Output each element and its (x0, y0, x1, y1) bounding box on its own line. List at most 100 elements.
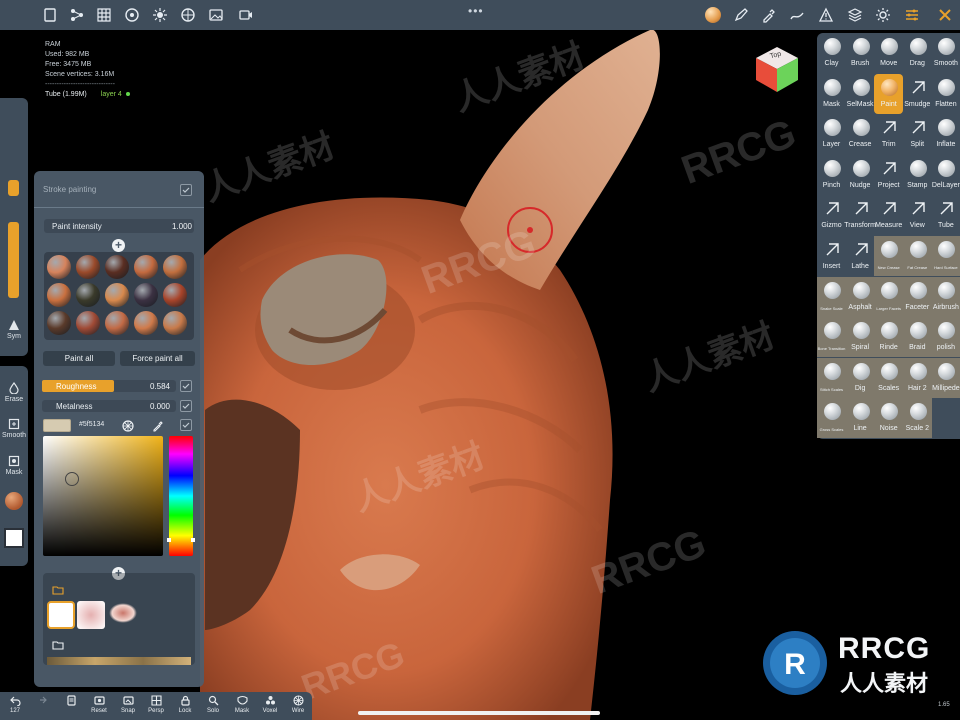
color-wheel-icon[interactable] (122, 419, 134, 432)
warning-icon[interactable] (816, 5, 836, 25)
alpha-strip[interactable] (47, 657, 191, 665)
lock-button[interactable]: Lock (172, 695, 198, 714)
tool-hair-2[interactable]: Hair 2 (902, 357, 932, 398)
camera-icon[interactable] (236, 5, 256, 25)
tool-pinch[interactable]: Pinch (817, 155, 846, 195)
tool-scale-2[interactable]: Scale 2 (902, 398, 932, 439)
mask-toggle[interactable]: Mask (0, 455, 28, 476)
voxel-button[interactable]: Voxel (257, 695, 283, 714)
tool-transform[interactable]: Transform (844, 195, 876, 235)
tool-project[interactable]: Project (874, 155, 903, 195)
tool-crease[interactable]: Crease (846, 114, 875, 154)
tool-millipede[interactable]: Millipede (931, 357, 960, 398)
tool-paint[interactable]: Paint (874, 73, 904, 114)
tool-mask[interactable]: Mask (817, 74, 846, 114)
active-object-line[interactable]: Tube (1.99M) layer 4 (45, 91, 130, 98)
color-preview-swatch[interactable] (43, 419, 71, 432)
alpha-thumbnail[interactable] (109, 603, 137, 623)
tool-insert[interactable]: Insert (817, 236, 846, 276)
tool-noise[interactable]: Noise (874, 398, 904, 439)
material-preset[interactable] (134, 311, 158, 335)
smooth-toggle[interactable]: Smooth (0, 418, 28, 439)
postprocess-icon[interactable] (178, 5, 198, 25)
dropper-icon[interactable] (759, 5, 779, 25)
material-preset[interactable] (105, 311, 129, 335)
tool-dig[interactable]: Dig (845, 357, 875, 398)
material-preset[interactable] (105, 255, 129, 279)
material-ball-icon[interactable] (5, 492, 23, 510)
color-swatch[interactable] (4, 528, 24, 548)
material-preset[interactable] (163, 311, 187, 335)
folder-icon[interactable] (52, 582, 64, 595)
tools-icon[interactable] (935, 5, 955, 25)
tool-snake-scale[interactable]: Snake Scale (817, 276, 846, 317)
pen-icon[interactable] (731, 5, 751, 25)
color-hex[interactable]: #5f5134 (79, 421, 104, 428)
material-preset[interactable] (47, 255, 71, 279)
layers-icon[interactable] (845, 5, 865, 25)
tool-gross-scales[interactable]: Gross Scales (817, 398, 846, 439)
tool-trim[interactable]: Trim (874, 114, 903, 154)
tool-lathe[interactable]: Lathe (846, 236, 875, 276)
add-material-button[interactable]: + (112, 239, 125, 252)
saturation-value-picker[interactable] (43, 436, 163, 556)
tool-smudge[interactable]: Smudge (903, 74, 932, 114)
material-preset[interactable] (134, 255, 158, 279)
material-preset[interactable] (163, 255, 187, 279)
material-preview-icon[interactable] (703, 5, 723, 25)
material-icon[interactable] (122, 5, 142, 25)
material-preset[interactable] (163, 283, 187, 307)
tool-polish[interactable]: polish (931, 317, 960, 358)
eyedropper-icon[interactable] (152, 419, 164, 432)
material-preset[interactable] (76, 311, 100, 335)
light-icon[interactable] (150, 5, 170, 25)
alpha-none[interactable] (47, 601, 75, 629)
tool-brush[interactable]: Brush (846, 33, 875, 73)
home-indicator[interactable] (358, 711, 600, 715)
stroke-icon[interactable] (787, 5, 807, 25)
stroke-painting-checkbox[interactable] (180, 184, 192, 196)
tool-bone-transition[interactable]: Bone Transition (817, 317, 846, 358)
intensity-slider[interactable] (8, 222, 19, 298)
tool-hard-surface[interactable]: Hard Surface (931, 236, 960, 276)
roughness-checkbox[interactable] (180, 380, 192, 392)
settings-icon[interactable] (873, 5, 893, 25)
undo-button[interactable]: 127 (2, 695, 28, 714)
sliders-icon[interactable] (902, 5, 922, 25)
tool-fat-crease[interactable]: Fat Crease (902, 236, 932, 276)
tool-nudge[interactable]: Nudge (846, 155, 875, 195)
tool-rinde[interactable]: Rinde (874, 317, 904, 358)
tool-smooth[interactable]: Smooth (931, 33, 960, 73)
folder-open-icon[interactable] (52, 637, 64, 650)
erase-toggle[interactable]: Erase (0, 382, 28, 403)
material-preset[interactable] (105, 283, 129, 307)
material-preset[interactable] (47, 311, 71, 335)
tool-move[interactable]: Move (874, 33, 903, 73)
sym-toggle[interactable]: Sym (0, 319, 28, 340)
tool-new-crease[interactable]: New Crease (874, 236, 904, 276)
tool-layer[interactable]: Layer (817, 114, 846, 154)
tool-selmask[interactable]: SelMask (846, 74, 875, 114)
paint-all-button[interactable]: Paint all (43, 351, 115, 366)
redo-button[interactable] (28, 695, 54, 708)
mask-view-button[interactable]: Mask (229, 695, 255, 714)
tool-flatten[interactable]: Flatten (931, 74, 960, 114)
tool-stitch-scales[interactable]: Stitch Scales (817, 357, 846, 398)
tool-dellayer[interactable]: DelLayer (931, 155, 960, 195)
wire-button[interactable]: Wire (285, 695, 311, 714)
material-preset[interactable] (134, 283, 158, 307)
orientation-cube[interactable]: Top (752, 44, 802, 94)
tool-line[interactable]: Line (845, 398, 875, 439)
solo-button[interactable]: Solo (200, 695, 226, 714)
scene-icon[interactable] (67, 5, 87, 25)
material-preset[interactable] (47, 283, 71, 307)
tool-tube[interactable]: Tube (931, 195, 960, 235)
tool-clay[interactable]: Clay (817, 33, 846, 73)
material-preset[interactable] (76, 283, 100, 307)
tool-braid[interactable]: Braid (902, 317, 932, 358)
tool-stamp[interactable]: Stamp (903, 155, 932, 195)
picker-cursor[interactable] (65, 472, 79, 486)
tool-split[interactable]: Split (903, 114, 932, 154)
tool-airbrush[interactable]: Airbrush (931, 276, 960, 317)
device-button[interactable] (58, 695, 84, 708)
